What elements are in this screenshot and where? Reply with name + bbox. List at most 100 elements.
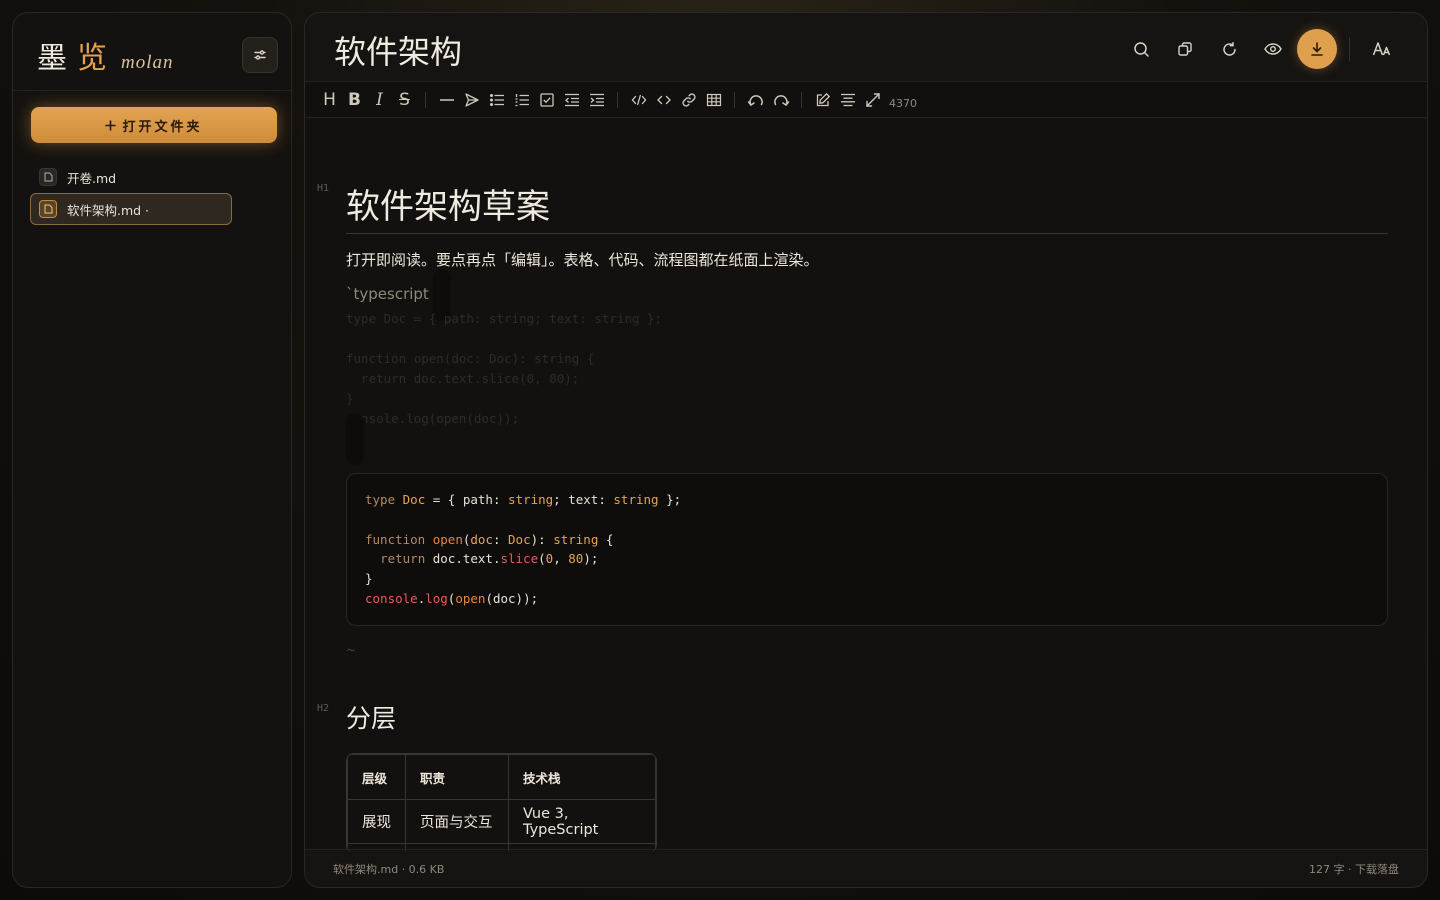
- toolbar-divider: [734, 91, 735, 108]
- brand-cn-second: 览: [77, 41, 117, 76]
- italic-icon: I: [376, 89, 383, 110]
- outdent-button[interactable]: [559, 88, 584, 112]
- inline-code-button[interactable]: [651, 88, 676, 112]
- status-bar: 软件架构.md · 0.6 KB 127 字 · 下载落盘: [305, 849, 1427, 887]
- toolbar-divider: [617, 91, 618, 108]
- expand-icon: [865, 92, 880, 107]
- link-button[interactable]: [676, 88, 701, 112]
- h2-marker: H2: [317, 703, 330, 714]
- bullet-list-icon: [489, 93, 504, 106]
- horizontal-rule-icon: [439, 98, 454, 101]
- code-block-icon: [631, 94, 646, 105]
- table-header-cell: 技术栈: [508, 754, 656, 800]
- table-cell: 展现: [347, 799, 406, 844]
- sidebar: 墨览 molan 打开文件夹 开卷.md 软件架构.md ·: [12, 12, 292, 888]
- table-header-cell: 职责: [405, 754, 509, 800]
- quote-button[interactable]: [459, 88, 484, 112]
- ghost-line: type Doc = { path: string; text: string …: [346, 311, 663, 326]
- search-icon: [1133, 41, 1149, 57]
- refresh-button[interactable]: [1209, 29, 1249, 69]
- bold-icon: B: [348, 89, 361, 110]
- ghost-line: }: [346, 391, 354, 406]
- source-ghost-text: type Doc = { path: string; text: string …: [346, 309, 662, 429]
- header-divider: [1349, 37, 1350, 61]
- file-item-architecture[interactable]: 软件架构.md ·: [30, 193, 232, 225]
- edit-icon: [816, 92, 830, 106]
- ghost-line: return doc.text.slice(0, 80);: [346, 371, 580, 386]
- toolbar-divider: [425, 91, 426, 108]
- strike-button[interactable]: S: [392, 88, 417, 112]
- brand-cn-first: 墨: [37, 41, 77, 76]
- table-header-row: 层级 职责 技术栈: [347, 754, 656, 800]
- code-line: function open(doc: Doc): string {: [365, 531, 614, 547]
- ordered-list-button[interactable]: [509, 88, 534, 112]
- code-line: }: [365, 571, 373, 587]
- code-line: type Doc = { path: string; text: string …: [365, 492, 682, 507]
- edit-button[interactable]: [810, 88, 835, 112]
- brand-cn: 墨览: [37, 33, 117, 77]
- table-cell: Vue 3, TypeScript: [508, 799, 656, 844]
- editor-content[interactable]: H1 软件架构草案 打开即阅读。要点再点「编辑」。表格、代码、流程图都在纸面上渲…: [305, 119, 1427, 851]
- italic-button[interactable]: I: [367, 88, 392, 112]
- sidebar-settings-button[interactable]: [242, 37, 278, 73]
- status-file-info: 软件架构.md · 0.6 KB: [333, 862, 445, 876]
- ghost-line: console.log(open(doc));: [346, 411, 520, 426]
- preview-button[interactable]: [1253, 29, 1293, 69]
- table-icon: [706, 93, 721, 106]
- copy-icon: [1178, 42, 1192, 56]
- redo-button[interactable]: [768, 88, 793, 112]
- hr-button[interactable]: [434, 88, 459, 112]
- heading-1: 软件架构草案: [346, 187, 550, 227]
- bullet-list-button[interactable]: [484, 88, 509, 112]
- indent-icon: [589, 93, 604, 106]
- checkbox-icon: [539, 92, 554, 107]
- file-name: 开卷.md: [67, 170, 117, 186]
- heading-icon: H: [323, 89, 336, 110]
- header-actions: [1117, 29, 1402, 69]
- file-icon: [39, 200, 57, 218]
- search-button[interactable]: [1121, 29, 1161, 69]
- align-button[interactable]: [835, 88, 860, 112]
- task-list-button[interactable]: [534, 88, 559, 112]
- status-word-count: 127 字 · 下载落盘: [1309, 862, 1399, 876]
- redo-icon: [773, 94, 789, 106]
- heading-2: 分层: [346, 704, 397, 733]
- brand-logo: 墨览 molan: [37, 33, 174, 77]
- main-panel: 软件架构 H B I S 4370 H1 软件架构草案 打开即阅读。要点再点「编…: [304, 12, 1428, 888]
- toolbar-divider: [801, 91, 802, 108]
- download-icon: [1311, 42, 1323, 56]
- format-toolbar: H B I S 4370: [305, 82, 1427, 118]
- page-title: 软件架构: [334, 33, 463, 71]
- copy-button[interactable]: [1165, 29, 1205, 69]
- file-name: 软件架构.md ·: [67, 202, 150, 218]
- bold-button[interactable]: B: [342, 88, 367, 112]
- indent-button[interactable]: [584, 88, 609, 112]
- inline-code-icon: [656, 95, 671, 104]
- table-button[interactable]: [701, 88, 726, 112]
- ghost-line: [346, 329, 662, 349]
- link-icon: [681, 92, 696, 107]
- paragraph: 打开即阅读。要点再点「编辑」。表格、代码、流程图都在纸面上渲染。: [346, 251, 819, 269]
- heading-button[interactable]: H: [317, 88, 342, 112]
- outdent-icon: [564, 93, 579, 106]
- data-table: 层级 职责 技术栈 展现 页面与交互 Vue 3, TypeScript: [346, 753, 657, 851]
- download-button[interactable]: [1297, 29, 1337, 69]
- h1-marker: H1: [317, 183, 330, 194]
- font-size-icon: [1372, 42, 1391, 56]
- code-line: console.log(open(doc));: [365, 590, 539, 606]
- code-line: return doc.text.slice(0, 80);: [380, 551, 599, 567]
- drag-handle[interactable]: [346, 413, 364, 465]
- font-size-button[interactable]: [1362, 29, 1402, 69]
- align-center-icon: [840, 93, 855, 106]
- fullscreen-button[interactable]: [860, 88, 885, 112]
- plus-icon: [105, 119, 117, 131]
- code-fence-open: `typescript: [346, 285, 429, 303]
- code-block-button[interactable]: [626, 88, 651, 112]
- sliders-icon: [254, 50, 266, 60]
- sidebar-divider: [13, 90, 291, 91]
- header: 软件架构: [305, 13, 1427, 82]
- open-folder-button[interactable]: 打开文件夹: [31, 107, 277, 143]
- undo-button[interactable]: [743, 88, 768, 112]
- ordered-list-icon: [515, 93, 529, 106]
- file-item-kaijuan[interactable]: 开卷.md: [30, 161, 232, 193]
